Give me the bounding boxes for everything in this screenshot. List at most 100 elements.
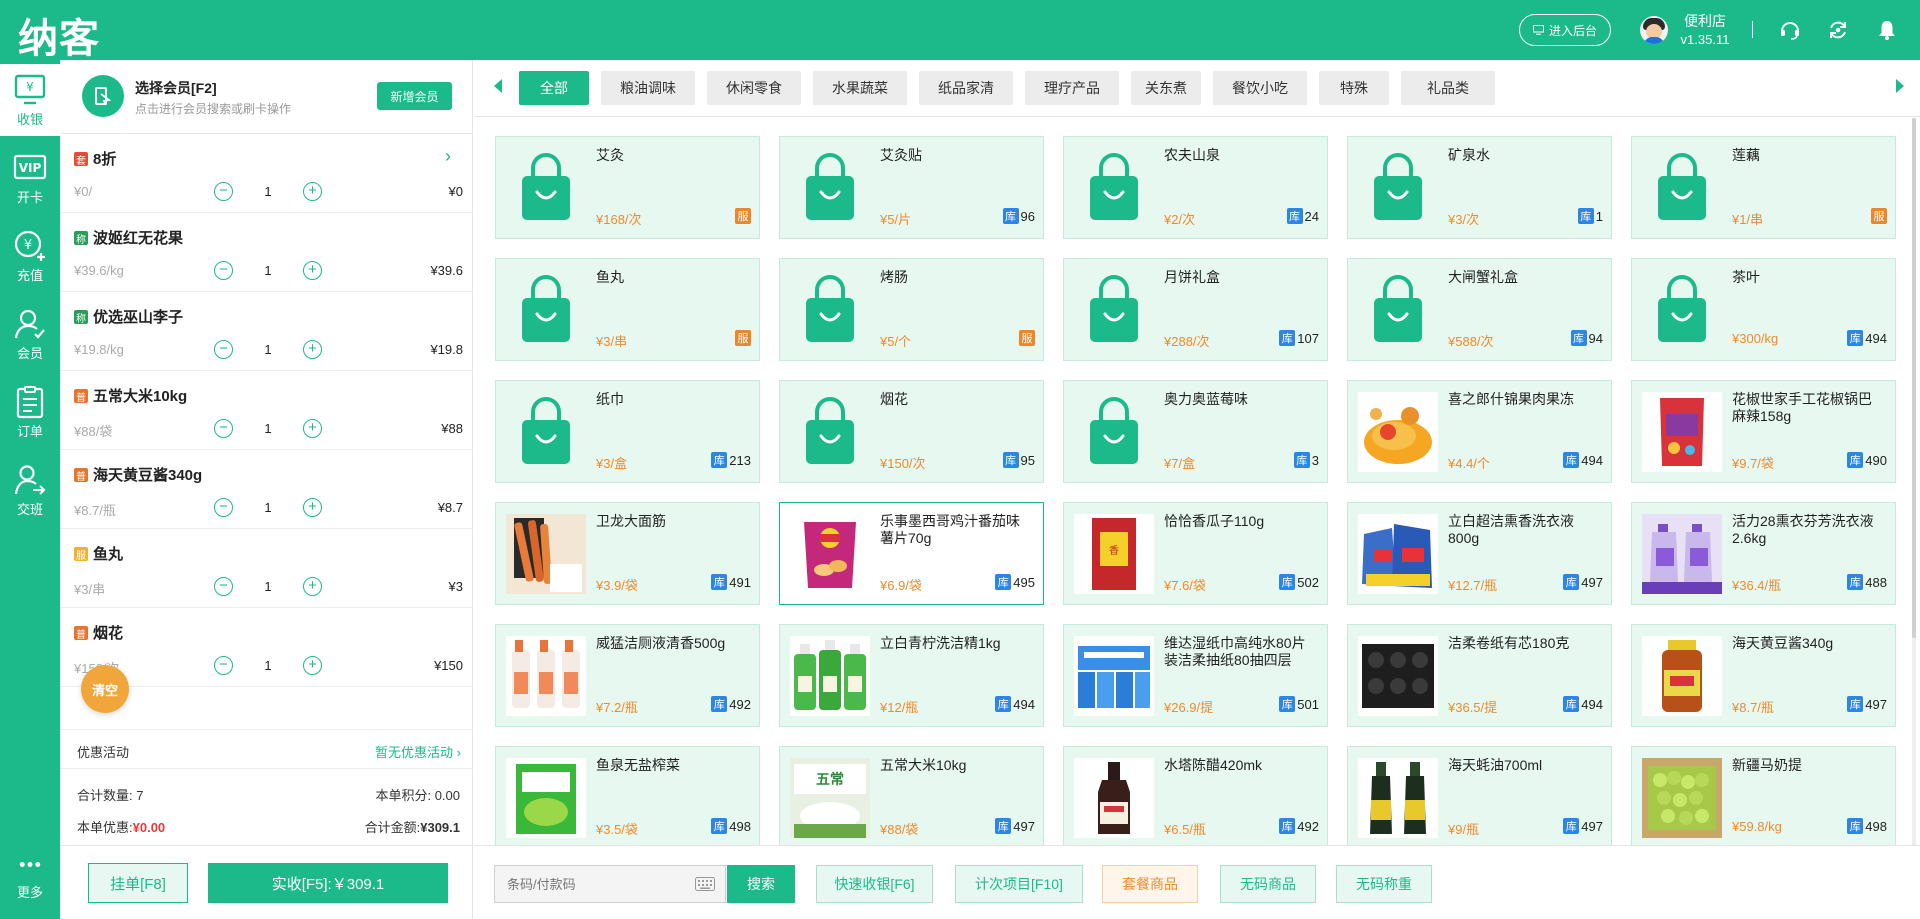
headset-support-icon[interactable] [1779, 19, 1801, 41]
item-quantity[interactable]: 1 [258, 263, 278, 278]
action-button[interactable]: 套餐商品 [1102, 865, 1198, 903]
qty-increase-button[interactable]: + [303, 656, 322, 675]
item-quantity[interactable]: 1 [258, 421, 278, 436]
promotion-link[interactable]: 暂无优惠活动 › [375, 742, 461, 761]
cart-item-row[interactable]: 普海天黄豆酱340g ¥8.7/瓶 − 1 + ¥8.7 [60, 450, 473, 529]
product-card[interactable]: 艾灸 ¥168/次 服 [495, 136, 760, 239]
product-card[interactable]: 海天黄豆酱340g ¥8.7/瓶 库 497 [1631, 624, 1896, 727]
pay-button[interactable]: 实收[F5]:￥309.1 [208, 863, 448, 903]
product-card[interactable]: 乐事墨西哥鸡汁番茄味薯片70g ¥6.9/袋 库 495 [779, 502, 1044, 605]
cart-item-row[interactable]: 服鱼丸 ¥3/串 − 1 + ¥3 [60, 529, 473, 608]
product-card[interactable]: 鱼泉无盐榨菜 ¥3.5/袋 库 498 [495, 746, 760, 845]
item-quantity[interactable]: 1 [258, 342, 278, 357]
category-next-icon[interactable] [1896, 79, 1904, 93]
product-card[interactable]: 新疆马奶提 ¥59.8/kg 库 498 [1631, 746, 1896, 845]
enter-backend-button[interactable]: 进入后台 [1519, 14, 1611, 46]
action-button[interactable]: 计次项目[F10] [955, 865, 1083, 903]
qty-decrease-button[interactable]: − [214, 340, 233, 359]
category-tab[interactable]: 纸品家清 [919, 71, 1013, 105]
qty-increase-button[interactable]: + [303, 498, 322, 517]
product-card[interactable]: 香 恰恰香瓜子110g ¥7.6/袋 库 502 [1063, 502, 1328, 605]
product-card[interactable]: 立白超洁熏香洗衣液800g ¥12.7/瓶 库 497 [1347, 502, 1612, 605]
add-member-button[interactable]: 新增会员 [377, 82, 452, 110]
action-button[interactable]: 快速收银[F6] [816, 865, 933, 903]
qty-decrease-button[interactable]: − [214, 419, 233, 438]
qty-increase-button[interactable]: + [303, 182, 322, 201]
qty-decrease-button[interactable]: − [214, 498, 233, 517]
cart-item-row[interactable]: 称波姬红无花果 ¥39.6/kg − 1 + ¥39.6 [60, 213, 473, 292]
nav-item-cashier[interactable]: ¥ 收银 [0, 64, 60, 136]
item-quantity[interactable]: 1 [258, 579, 278, 594]
product-price: ¥9/瓶 [1448, 822, 1480, 837]
category-prev-icon[interactable] [494, 79, 502, 93]
product-card[interactable]: 维达湿纸巾高纯水80片装洁柔抽纸80抽四层（... ¥26.9/提 库501 [1063, 624, 1328, 727]
qty-increase-button[interactable]: + [303, 261, 322, 280]
product-price: ¥3/串 [596, 334, 628, 349]
product-card[interactable]: 鱼丸 ¥3/串 服 [495, 258, 760, 361]
product-card[interactable]: 艾灸贴 ¥5/片 库 96 [779, 136, 1044, 239]
product-card[interactable]: 月饼礼盒 ¥288/次 库 107 [1063, 258, 1328, 361]
product-card[interactable]: 纸巾 ¥3/盒 库 213 [495, 380, 760, 483]
search-button[interactable]: 搜索 [727, 865, 795, 903]
category-tab[interactable]: 全部 [519, 71, 589, 105]
category-tab[interactable]: 礼品类 [1401, 71, 1495, 105]
category-tab[interactable]: 餐饮小吃 [1213, 71, 1307, 105]
nav-item-more[interactable]: 更多 [0, 838, 60, 918]
qty-increase-button[interactable]: + [303, 577, 322, 596]
category-tab[interactable]: 水果蔬菜 [813, 71, 907, 105]
category-tab[interactable]: 休闲零食 [707, 71, 801, 105]
cart-item-row[interactable]: 称优选巫山李子 ¥19.8/kg − 1 + ¥19.8 [60, 292, 473, 371]
product-card[interactable]: 莲藕 ¥1/串 服 [1631, 136, 1896, 239]
keyboard-icon[interactable] [695, 877, 715, 891]
category-tab[interactable]: 粮油调味 [601, 71, 695, 105]
qty-increase-button[interactable]: + [303, 340, 322, 359]
hold-order-button[interactable]: 挂单[F8] [88, 863, 188, 903]
bell-notification-icon[interactable] [1876, 19, 1898, 41]
product-card[interactable]: 洁柔卷纸有芯180克 ¥36.5/提 库 494 [1347, 624, 1612, 727]
product-card[interactable]: 农夫山泉 ¥2/次 库 24 [1063, 136, 1328, 239]
product-card[interactable]: 大闸蟹礼盒 ¥588/次 库 94 [1347, 258, 1612, 361]
member-select[interactable]: 选择会员[F2] 点击进行会员搜索或刷卡操作 新增会员 [60, 60, 473, 134]
product-card[interactable]: 花椒世家手工花椒锅巴麻辣158g ¥9.7/袋 库 490 [1631, 380, 1896, 483]
product-card[interactable]: 卫龙大面筋 ¥3.9/袋 库 491 [495, 502, 760, 605]
product-card[interactable]: 奥力奥蓝莓味 ¥7/盒 库 3 [1063, 380, 1328, 483]
product-card[interactable]: 活力28熏衣芬芳洗衣液2.6kg ¥36.4/瓶 库 488 [1631, 502, 1896, 605]
cart-item-row[interactable]: 普五常大米10kg ¥88/袋 − 1 + ¥88 [60, 371, 473, 450]
item-unit-price: ¥19.8/kg [74, 342, 124, 357]
qty-increase-button[interactable]: + [303, 419, 322, 438]
product-card[interactable]: 立白青柠洗洁精1kg ¥12/瓶 库 494 [779, 624, 1044, 727]
product-card[interactable]: 烟花 ¥150/次 库 95 [779, 380, 1044, 483]
qty-decrease-button[interactable]: − [214, 182, 233, 201]
product-card[interactable]: 水塔陈醋420mk ¥6.5/瓶 库 492 [1063, 746, 1328, 845]
refresh-sync-icon[interactable] [1827, 19, 1849, 41]
product-card[interactable]: 烤肠 ¥5/个 服 [779, 258, 1044, 361]
product-card[interactable]: 威猛洁厕液清香500g ¥7.2/瓶 库 492 [495, 624, 760, 727]
product-grid-scrollbar[interactable] [1912, 118, 1916, 845]
item-quantity[interactable]: 1 [258, 184, 278, 199]
nav-item-recharge[interactable]: ¥ 充值 [0, 220, 60, 292]
category-tab[interactable]: 理疗产品 [1025, 71, 1119, 105]
barcode-input[interactable] [495, 866, 685, 902]
item-quantity[interactable]: 1 [258, 658, 278, 673]
product-card[interactable]: 茶叶 ¥300/kg 库 494 [1631, 258, 1896, 361]
nav-item-order[interactable]: 订单 [0, 376, 60, 448]
nav-item-handover[interactable]: 交班 [0, 454, 60, 526]
cart-item-row[interactable]: 套 8折 › ¥0/ − 1 + ¥0 [60, 134, 473, 213]
product-card[interactable]: 喜之郎什锦果肉果冻 ¥4.4/个 库 494 [1347, 380, 1612, 483]
qty-decrease-button[interactable]: − [214, 656, 233, 675]
nav-item-member[interactable]: 会员 [0, 298, 60, 370]
qty-decrease-button[interactable]: − [214, 577, 233, 596]
qty-decrease-button[interactable]: − [214, 261, 233, 280]
category-tab[interactable]: 关东煮 [1131, 71, 1201, 105]
chevron-right-icon[interactable]: › [445, 146, 451, 167]
clear-cart-button[interactable]: 清空 [81, 665, 129, 713]
nav-item-open-card[interactable]: VIP 开卡 [0, 142, 60, 214]
action-button[interactable]: 无码称重 [1336, 865, 1432, 903]
product-card[interactable]: 五常 五常大米10kg ¥88/袋 库 497 [779, 746, 1044, 845]
item-quantity[interactable]: 1 [258, 500, 278, 515]
action-button[interactable]: 无码商品 [1220, 865, 1316, 903]
product-card[interactable]: 矿泉水 ¥3/次 库 1 [1347, 136, 1612, 239]
product-card[interactable]: 海天蚝油700ml ¥9/瓶 库 497 [1347, 746, 1612, 845]
user-avatar[interactable] [1640, 16, 1668, 44]
category-tab[interactable]: 特殊 [1319, 71, 1389, 105]
